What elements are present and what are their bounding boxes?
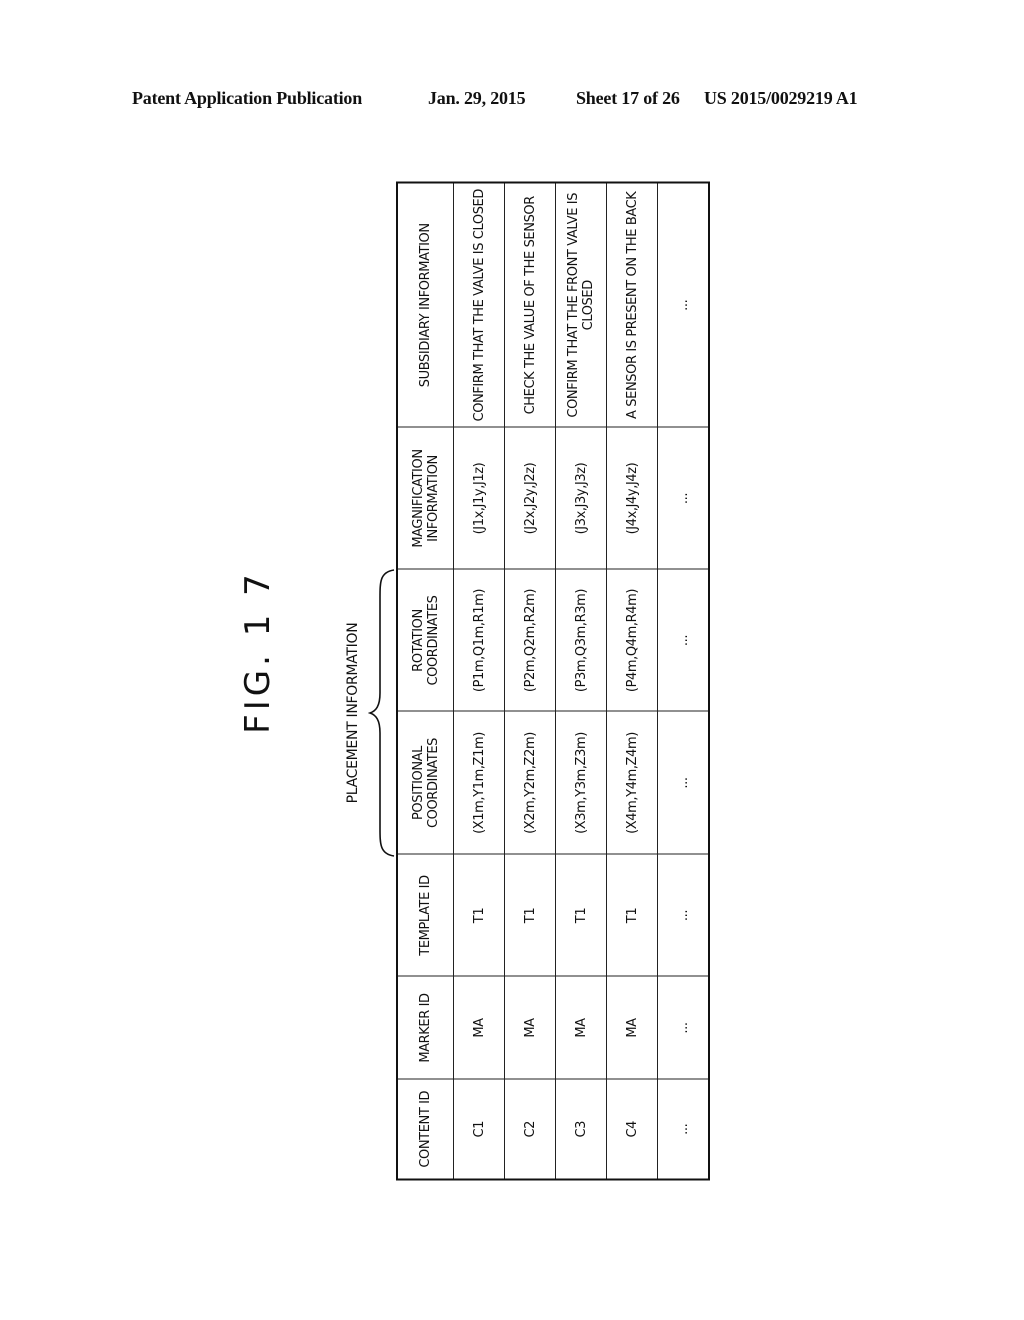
publication-date: Jan. 29, 2015: [428, 88, 526, 108]
table-row: C1 MA T1 (X1m,Y1m,Z1m) (P1m,Q1m,R1m) (J1…: [453, 182, 505, 1180]
sheet-number: Sheet 17 of 26: [576, 88, 680, 108]
header-magnification-information: MAGNIFICATION INFORMATION: [397, 427, 454, 570]
content-table: CONTENT ID MARKER ID TEMPLATE ID POSITIO…: [396, 181, 710, 1181]
figure-title-text: FIG. 1 7: [238, 570, 278, 734]
cell-positional-coordinates: (X3m,Y3m,Z3m): [555, 711, 607, 855]
cell-content-id: C3: [555, 1079, 607, 1180]
cell-marker-id: MA: [606, 976, 658, 1080]
cell-ellipsis: ...: [657, 711, 709, 855]
table-row: C2 MA T1 (X2m,Y2m,Z2m) (P2m,Q2m,R2m) (J2…: [504, 182, 556, 1180]
table-row-ellipsis: ... ... ... ... ... ... ...: [657, 182, 709, 1180]
cell-positional-coordinates: (X1m,Y1m,Z1m): [453, 711, 505, 855]
cell-marker-id: MA: [555, 976, 607, 1080]
table-row: C3 MA T1 (X3m,Y3m,Z3m) (P3m,Q3m,R3m) (J3…: [555, 182, 607, 1180]
cell-ellipsis: ...: [657, 854, 709, 977]
table-row: C4 MA T1 (X4m,Y4m,Z4m) (P4m,Q4m,R4m) (J4…: [606, 182, 658, 1180]
header-subsidiary-information: SUBSIDIARY INFORMATION: [397, 182, 454, 428]
cell-ellipsis: ...: [657, 427, 709, 570]
cell-content-id: C1: [453, 1079, 505, 1180]
cell-content-id: C2: [504, 1079, 556, 1180]
cell-marker-id: MA: [453, 976, 505, 1080]
cell-rotation-coordinates: (P2m,Q2m,R2m): [504, 569, 556, 712]
header-template-id: TEMPLATE ID: [397, 854, 454, 977]
page-header: Patent Application Publication Jan. 29, …: [0, 88, 1024, 118]
cell-ellipsis: ...: [657, 976, 709, 1080]
header-rotation-coordinates: ROTATION COORDINATES: [397, 569, 454, 712]
curly-brace-icon: [368, 569, 395, 857]
cell-content-id: C4: [606, 1079, 658, 1180]
cell-template-id: T1: [504, 854, 556, 977]
publication-number: US 2015/0029219 A1: [704, 88, 858, 108]
cell-magnification-information: (J1x,J1y,J1z): [453, 427, 505, 570]
header-marker-id: MARKER ID: [397, 976, 454, 1080]
cell-rotation-coordinates: (P1m,Q1m,R1m): [453, 569, 505, 712]
publication-label: Patent Application Publication: [132, 88, 363, 108]
cell-template-id: T1: [453, 854, 505, 977]
cell-magnification-information: (J4x,J4y,J4z): [606, 427, 658, 570]
cell-ellipsis: ...: [657, 569, 709, 712]
cell-ellipsis: ...: [657, 182, 709, 428]
cell-subsidiary-information: A SENSOR IS PRESENT ON THE BACK: [606, 182, 658, 428]
cell-subsidiary-information: CHECK THE VALUE OF THE SENSOR: [504, 182, 556, 428]
header-positional-coordinates: POSITIONAL COORDINATES: [397, 711, 454, 855]
cell-rotation-coordinates: (P3m,Q3m,R3m): [555, 569, 607, 712]
cell-positional-coordinates: (X2m,Y2m,Z2m): [504, 711, 556, 855]
cell-rotation-coordinates: (P4m,Q4m,R4m): [606, 569, 658, 712]
cell-magnification-information: (J2x,J2y,J2z): [504, 427, 556, 570]
cell-marker-id: MA: [504, 976, 556, 1080]
header-content-id: CONTENT ID: [397, 1079, 454, 1180]
cell-template-id: T1: [606, 854, 658, 977]
table-header-row: CONTENT ID MARKER ID TEMPLATE ID POSITIO…: [397, 182, 454, 1180]
cell-subsidiary-information: CONFIRM THAT THE FRONT VALVE IS CLOSED: [555, 182, 607, 428]
placement-information-text: PLACEMENT INFORMATION: [345, 622, 361, 804]
cell-subsidiary-information: CONFIRM THAT THE VALVE IS CLOSED: [453, 182, 505, 428]
cell-ellipsis: ...: [657, 1079, 709, 1180]
cell-positional-coordinates: (X4m,Y4m,Z4m): [606, 711, 658, 855]
cell-template-id: T1: [555, 854, 607, 977]
cell-magnification-information: (J3x,J3y,J3z): [555, 427, 607, 570]
